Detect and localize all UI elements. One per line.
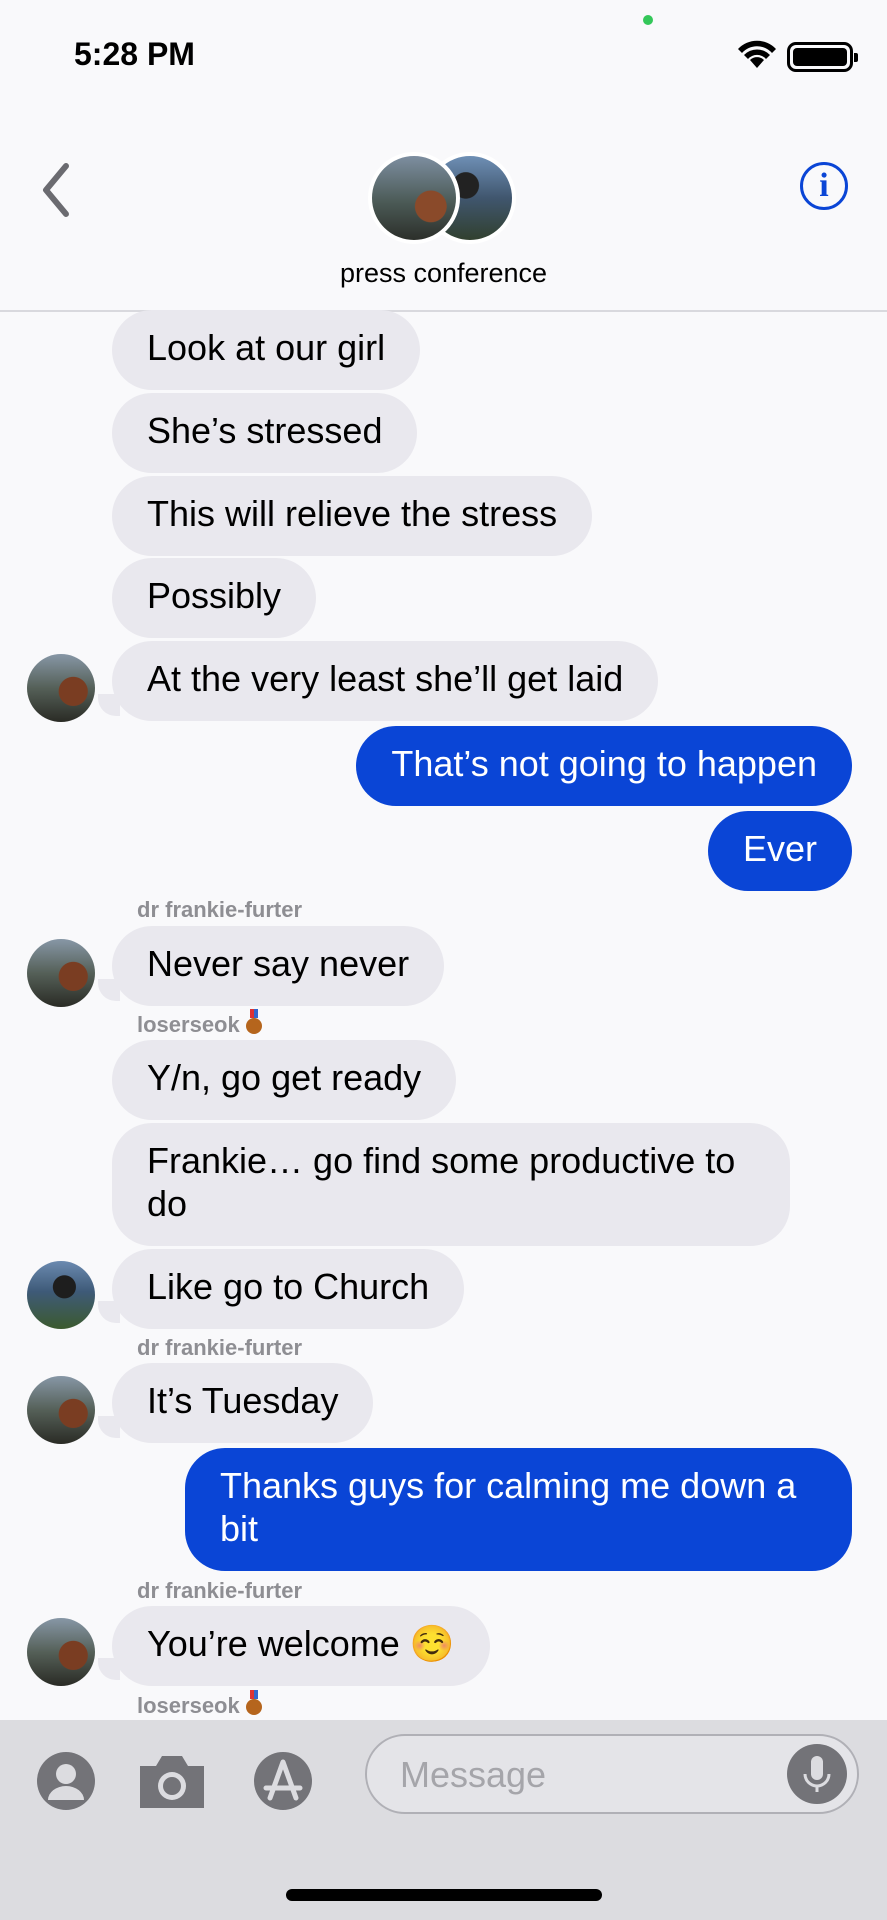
- avatar-frankie[interactable]: [27, 939, 95, 1007]
- memoji-icon[interactable]: [35, 1750, 97, 1812]
- avatar-frankie[interactable]: [27, 1618, 95, 1686]
- app-store-icon[interactable]: [252, 1750, 332, 1812]
- microphone-icon[interactable]: [787, 1744, 847, 1804]
- sender-name: loserseok: [137, 1012, 240, 1037]
- sender-name: dr frankie-furter: [137, 897, 303, 922]
- back-chevron-icon[interactable]: [38, 160, 78, 220]
- message-bubble[interactable]: Look at our girl: [112, 310, 421, 390]
- sender-name-row: loserseok: [137, 1009, 262, 1038]
- avatar-frankie[interactable]: [27, 654, 95, 722]
- message-bubble[interactable]: Frankie… go find some productive to do: [112, 1123, 790, 1246]
- wifi-icon: [738, 40, 776, 68]
- info-icon[interactable]: i: [800, 162, 848, 210]
- message-bubble[interactable]: At the very least she’ll get laid: [112, 641, 659, 721]
- conversation-header: press conference i: [0, 100, 887, 312]
- medal-icon: [245, 1009, 262, 1034]
- medal-icon: [245, 1690, 262, 1715]
- sender-name: dr frankie-furter: [137, 1578, 303, 1603]
- message-bubble[interactable]: She’s stressed: [112, 393, 418, 473]
- avatar-loserseok[interactable]: [27, 1261, 95, 1329]
- camera-indicator: [643, 15, 653, 25]
- message-bubble[interactable]: This will relieve the stress: [112, 476, 593, 556]
- sender-name: loserseok: [137, 1693, 240, 1718]
- message-bubble[interactable]: Like go to Church: [112, 1249, 465, 1329]
- group-name[interactable]: press conference: [0, 258, 887, 289]
- message-bubble-outgoing[interactable]: Thanks guys for calming me down a bit: [185, 1448, 852, 1571]
- message-bubble[interactable]: You’re welcome ☺️: [112, 1606, 490, 1686]
- message-input[interactable]: Message: [365, 1734, 859, 1814]
- message-bubble[interactable]: It’s Tuesday: [112, 1363, 374, 1443]
- status-time: 5:28 PM: [74, 36, 195, 72]
- group-avatar-frankie[interactable]: [368, 152, 460, 244]
- home-indicator[interactable]: [286, 1889, 602, 1901]
- message-bubble[interactable]: Y/n, go get ready: [112, 1040, 457, 1120]
- battery-icon: [787, 42, 858, 72]
- avatar-frankie[interactable]: [27, 1376, 95, 1444]
- message-bubble-outgoing[interactable]: Ever: [707, 811, 852, 891]
- sender-name: dr frankie-furter: [137, 1335, 303, 1360]
- message-bubble-outgoing[interactable]: That’s not going to happen: [356, 726, 852, 806]
- message-bubble[interactable]: Possibly: [112, 558, 317, 638]
- sender-name-row: loserseok: [137, 1690, 262, 1719]
- camera-icon[interactable]: [134, 1750, 210, 1812]
- message-bubble[interactable]: Never say never: [112, 926, 445, 1006]
- message-placeholder: Message: [400, 1754, 547, 1795]
